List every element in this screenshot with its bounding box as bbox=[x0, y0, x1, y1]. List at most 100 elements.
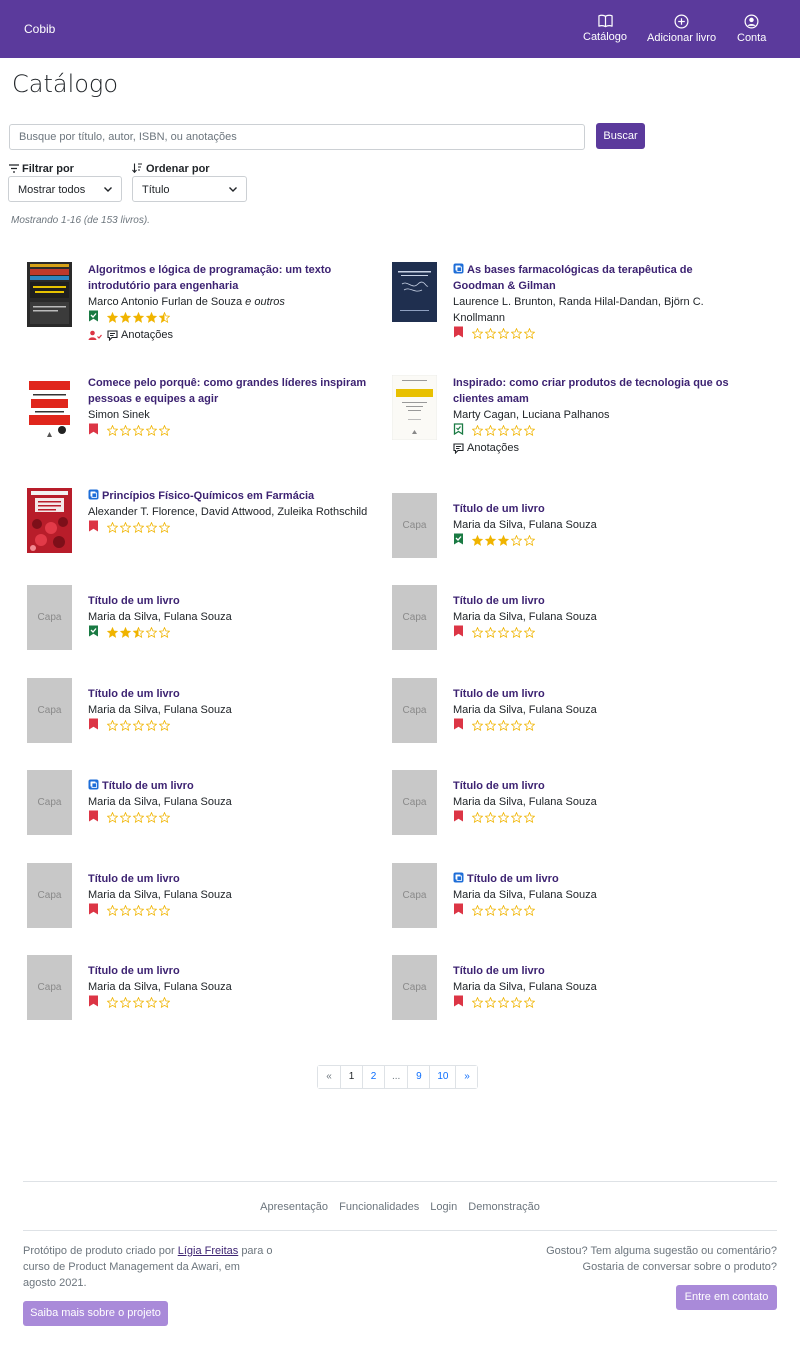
pagination-next[interactable]: » bbox=[455, 1066, 478, 1088]
reading-status-bookmark-icon[interactable] bbox=[453, 533, 466, 549]
book-cover-placeholder[interactable]: Capa bbox=[27, 955, 72, 1020]
star-icon[interactable] bbox=[107, 522, 118, 534]
star-rating[interactable] bbox=[107, 810, 172, 826]
star-icon[interactable] bbox=[472, 627, 483, 639]
reading-status-bookmark-icon[interactable] bbox=[453, 326, 466, 342]
star-icon[interactable] bbox=[498, 720, 509, 732]
book-title[interactable]: Algoritmos e lógica de programação: um t… bbox=[88, 262, 378, 294]
book-title[interactable]: Inspirado: como criar produtos de tecnol… bbox=[453, 375, 743, 407]
star-icon[interactable] bbox=[159, 425, 170, 437]
star-rating[interactable] bbox=[472, 423, 537, 439]
star-icon[interactable] bbox=[498, 535, 509, 547]
star-icon[interactable] bbox=[498, 328, 509, 340]
star-rating[interactable] bbox=[107, 718, 172, 734]
star-icon[interactable] bbox=[498, 812, 509, 824]
star-icon[interactable] bbox=[159, 522, 170, 534]
star-rating[interactable] bbox=[472, 718, 537, 734]
about-project-button[interactable]: Saiba mais sobre o projeto bbox=[23, 1301, 168, 1326]
star-icon[interactable] bbox=[485, 535, 496, 547]
book-cover[interactable] bbox=[27, 262, 72, 327]
star-rating[interactable] bbox=[472, 533, 537, 549]
star-rating[interactable] bbox=[107, 995, 172, 1011]
book-cover-placeholder[interactable]: Capa bbox=[392, 585, 437, 650]
reading-status-bookmark-icon[interactable] bbox=[453, 810, 466, 826]
star-icon[interactable] bbox=[133, 905, 144, 917]
star-icon[interactable] bbox=[146, 905, 157, 917]
book-cover-placeholder[interactable]: Capa bbox=[27, 863, 72, 928]
search-button[interactable]: Buscar bbox=[596, 123, 645, 149]
star-icon[interactable] bbox=[498, 905, 509, 917]
star-icon[interactable] bbox=[107, 425, 118, 437]
star-icon[interactable] bbox=[133, 627, 144, 639]
reading-status-bookmark-icon[interactable] bbox=[453, 625, 466, 641]
book-title[interactable]: Título de um livro bbox=[453, 963, 743, 979]
star-icon[interactable] bbox=[120, 812, 131, 824]
notes-label[interactable]: Anotações bbox=[467, 440, 519, 456]
notes-label[interactable]: Anotações bbox=[121, 327, 173, 343]
star-icon[interactable] bbox=[146, 522, 157, 534]
book-cover-placeholder[interactable]: Capa bbox=[27, 770, 72, 835]
star-icon[interactable] bbox=[485, 720, 496, 732]
author-link[interactable]: Lígia Freitas bbox=[178, 1245, 239, 1257]
star-icon[interactable] bbox=[107, 627, 118, 639]
star-icon[interactable] bbox=[485, 997, 496, 1009]
pagination-page[interactable]: 10 bbox=[429, 1066, 456, 1088]
star-icon[interactable] bbox=[485, 905, 496, 917]
star-icon[interactable] bbox=[524, 997, 535, 1009]
star-icon[interactable] bbox=[146, 627, 157, 639]
book-cover-placeholder[interactable]: Capa bbox=[392, 678, 437, 743]
contact-button[interactable]: Entre em contato bbox=[676, 1285, 777, 1310]
footer-link-login[interactable]: Login bbox=[430, 1201, 457, 1213]
pagination-page[interactable]: 9 bbox=[407, 1066, 430, 1088]
star-icon[interactable] bbox=[472, 720, 483, 732]
book-title[interactable]: Princípios Físico-Químicos em Farmácia bbox=[88, 488, 378, 504]
star-rating[interactable] bbox=[472, 810, 537, 826]
pagination-page[interactable]: 1 bbox=[340, 1066, 362, 1088]
book-cover[interactable] bbox=[392, 375, 437, 440]
footer-link-funcionalidades[interactable]: Funcionalidades bbox=[339, 1201, 419, 1213]
star-icon[interactable] bbox=[511, 627, 522, 639]
star-icon[interactable] bbox=[485, 425, 496, 437]
star-icon[interactable] bbox=[511, 328, 522, 340]
book-cover[interactable] bbox=[27, 488, 72, 553]
book-title[interactable]: As bases farmacológicas da terapêutica d… bbox=[453, 262, 743, 294]
star-icon[interactable] bbox=[472, 812, 483, 824]
nav-catalogo[interactable]: Catálogo bbox=[583, 14, 627, 43]
book-title[interactable]: Título de um livro bbox=[88, 686, 378, 702]
star-icon[interactable] bbox=[133, 312, 144, 324]
star-rating[interactable] bbox=[472, 326, 537, 342]
star-icon[interactable] bbox=[120, 720, 131, 732]
book-title[interactable]: Título de um livro bbox=[88, 593, 378, 609]
reading-status-bookmark-icon[interactable] bbox=[453, 995, 466, 1011]
star-icon[interactable] bbox=[159, 627, 170, 639]
footer-link-apresentacao[interactable]: Apresentação bbox=[260, 1201, 328, 1213]
filter-select[interactable]: Mostrar todos bbox=[8, 176, 122, 202]
search-input[interactable] bbox=[9, 124, 585, 150]
reading-status-bookmark-icon[interactable] bbox=[453, 903, 466, 919]
star-icon[interactable] bbox=[120, 522, 131, 534]
reading-status-bookmark-icon[interactable] bbox=[88, 520, 101, 536]
star-icon[interactable] bbox=[159, 905, 170, 917]
star-icon[interactable] bbox=[107, 720, 118, 732]
book-title[interactable]: Título de um livro bbox=[453, 778, 743, 794]
star-rating[interactable] bbox=[107, 625, 172, 641]
nav-adicionar-livro[interactable]: Adicionar livro bbox=[647, 14, 716, 44]
book-cover[interactable] bbox=[392, 262, 437, 327]
star-rating[interactable] bbox=[107, 310, 172, 326]
reading-status-bookmark-icon[interactable] bbox=[453, 718, 466, 734]
book-title[interactable]: Título de um livro bbox=[453, 501, 743, 517]
star-rating[interactable] bbox=[472, 995, 537, 1011]
reading-status-bookmark-icon[interactable] bbox=[88, 423, 101, 439]
star-icon[interactable] bbox=[498, 997, 509, 1009]
star-icon[interactable] bbox=[146, 425, 157, 437]
book-title[interactable]: Comece pelo porquê: como grandes líderes… bbox=[88, 375, 378, 407]
book-title[interactable]: Título de um livro bbox=[88, 963, 378, 979]
star-icon[interactable] bbox=[133, 997, 144, 1009]
star-icon[interactable] bbox=[107, 312, 118, 324]
star-icon[interactable] bbox=[511, 425, 522, 437]
book-cover-placeholder[interactable]: Capa bbox=[27, 585, 72, 650]
star-icon[interactable] bbox=[120, 425, 131, 437]
star-icon[interactable] bbox=[146, 720, 157, 732]
book-cover-placeholder[interactable]: Capa bbox=[392, 863, 437, 928]
book-cover-placeholder[interactable]: Capa bbox=[27, 678, 72, 743]
